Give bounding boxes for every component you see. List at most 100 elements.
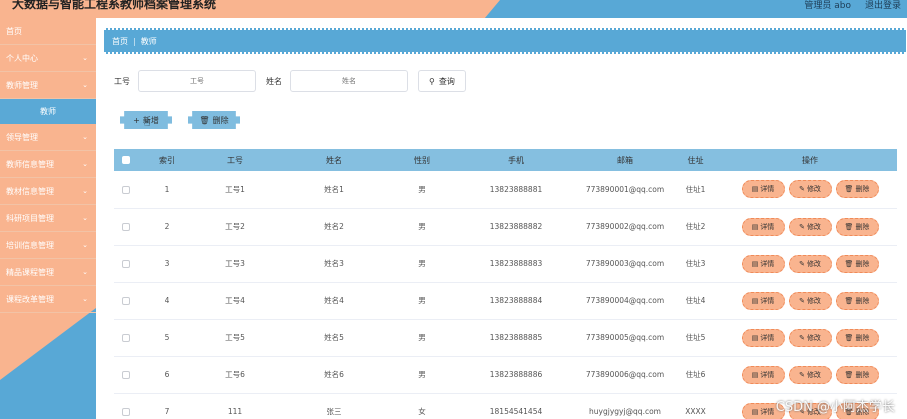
row-checkbox[interactable]	[122, 185, 130, 194]
col-id: 工号	[196, 149, 274, 171]
detail-button[interactable]: ▤ 详情	[741, 217, 785, 236]
sidebar-item[interactable]: 领导管理 ⌄	[0, 124, 96, 151]
chevron-down-icon: ⌄	[82, 268, 88, 276]
sidebar-item[interactable]: 课程改革管理 ⌄	[0, 286, 96, 313]
action-toolbar: + 新增 🗑 删除	[120, 111, 240, 129]
sidebar-item[interactable]: 个人中心 ⌄	[0, 45, 96, 72]
row-select-cell[interactable]	[114, 245, 138, 283]
cell-email: 773890005@qq.com	[582, 319, 668, 357]
row-actions: ▤ 详情 ✎ 修改 🗑 删除	[723, 245, 897, 283]
pencil-icon: ✎	[799, 185, 805, 194]
sidebar-item[interactable]: 精品课程管理 ⌄	[0, 259, 96, 286]
col-actions: 操作	[723, 149, 897, 171]
chevron-down-icon: ⌄	[82, 133, 88, 141]
cell-index: 3	[138, 245, 196, 283]
search-icon: ⚲	[429, 76, 435, 86]
table-row: 6 工号6 姓名6 男 13823888886 773890006@qq.com 住址6 ▤ 详…	[114, 356, 897, 394]
delete-button[interactable]: 🗑 删除	[835, 328, 879, 347]
document-icon: ▤	[751, 259, 759, 268]
breadcrumb-home[interactable]: 首页	[112, 36, 128, 47]
pencil-icon: ✎	[799, 222, 805, 231]
main-content: 首页 | 教师 工号 姓名 ⚲ 查询 + 新增 🗑 删除 ☝	[96, 18, 907, 419]
detail-button-label: 详情	[760, 333, 775, 342]
row-actions: ▤ 详情 ✎ 修改 🗑 删除	[723, 356, 897, 394]
delete-button[interactable]: 🗑 删除	[835, 180, 879, 199]
row-select-cell[interactable]	[114, 282, 138, 320]
detail-button[interactable]: ▤ 详情	[741, 365, 785, 384]
sidebar-decoration	[0, 308, 96, 419]
row-checkbox[interactable]	[122, 260, 130, 268]
cell-phone: 13823888881	[450, 171, 582, 209]
row-select-cell[interactable]	[114, 356, 138, 394]
current-user: 管理员 abo	[804, 1, 851, 11]
sidebar-item[interactable]: 教材信息管理 ⌄	[0, 178, 96, 205]
cell-phone: 13823888882	[450, 208, 582, 246]
cell-email: huygjygyj@qq.com	[582, 393, 668, 419]
trash-icon: 🗑	[844, 185, 854, 194]
detail-button-label: 详情	[760, 185, 775, 194]
query-button[interactable]: ⚲ 查询	[418, 70, 466, 92]
sidebar-item[interactable]: 首页	[0, 18, 96, 45]
row-checkbox[interactable]	[122, 408, 130, 416]
id-label: 工号	[114, 76, 130, 86]
delete-button-label: 删除	[855, 222, 870, 231]
select-all-cell[interactable]	[114, 149, 138, 171]
document-icon: ▤	[751, 296, 759, 305]
row-checkbox[interactable]	[122, 371, 130, 379]
row-actions: ▤ 详情 ✎ 修改 🗑 删除	[723, 319, 897, 357]
cell-name: 姓名5	[274, 319, 394, 357]
edit-button[interactable]: ✎ 修改	[788, 180, 832, 199]
table-row: 4 工号4 姓名4 男 13823888884 773890004@qq.com 住址4 ▤ 详…	[114, 282, 897, 320]
delete-button[interactable]: 🗑 删除	[835, 254, 879, 273]
row-checkbox[interactable]	[122, 334, 130, 342]
delete-button[interactable]: 🗑 删除	[835, 365, 879, 384]
sidebar-item[interactable]: 教师信息管理 ⌄	[0, 151, 96, 178]
cell-id: 工号1	[196, 171, 274, 209]
detail-button[interactable]: ▤ 详情	[741, 254, 785, 273]
document-icon: ▤	[751, 407, 759, 416]
row-select-cell[interactable]	[114, 393, 138, 419]
row-checkbox[interactable]	[122, 297, 130, 305]
delete-button[interactable]: 🗑 删除	[835, 217, 879, 236]
table-header-row: 索引 工号 姓名 性别 手机 邮箱 住址 操作	[114, 149, 897, 171]
delete-button-label: 删除	[855, 296, 870, 305]
row-select-cell[interactable]	[114, 319, 138, 357]
cell-gender: 男	[394, 245, 450, 283]
sidebar-subitem-active[interactable]: 教师	[0, 99, 96, 124]
edit-button[interactable]: ✎ 修改	[788, 291, 832, 310]
name-label: 姓名	[266, 76, 282, 86]
col-email: 邮箱	[582, 149, 668, 171]
cell-address: 住址2	[668, 208, 723, 246]
cell-id: 工号3	[196, 245, 274, 283]
id-search-input[interactable]	[138, 70, 256, 92]
col-name: 姓名	[274, 149, 394, 171]
detail-button[interactable]: ▤ 详情	[741, 328, 785, 347]
watermark: CSDN @小阿杰学长	[775, 400, 895, 415]
row-checkbox[interactable]	[122, 223, 130, 231]
sidebar-item[interactable]: 科研项目管理 ⌄	[0, 205, 96, 232]
cell-index: 1	[138, 171, 196, 209]
bulk-delete-label: 删除	[212, 115, 229, 125]
edit-button[interactable]: ✎ 修改	[788, 254, 832, 273]
sidebar-item[interactable]: 培训信息管理 ⌄	[0, 232, 96, 259]
cell-gender: 女	[394, 393, 450, 419]
detail-button[interactable]: ▤ 详情	[741, 180, 785, 199]
edit-button[interactable]: ✎ 修改	[788, 365, 832, 384]
name-search-input[interactable]	[290, 70, 408, 92]
chevron-down-icon: ⌄	[82, 160, 88, 168]
edit-button[interactable]: ✎ 修改	[788, 217, 832, 236]
row-select-cell[interactable]	[114, 208, 138, 246]
trash-icon: 🗑	[844, 333, 854, 342]
edit-button[interactable]: ✎ 修改	[788, 328, 832, 347]
cell-gender: 男	[394, 208, 450, 246]
logout-link[interactable]: 退出登录	[865, 0, 901, 11]
delete-button[interactable]: 🗑 删除	[835, 291, 879, 310]
detail-button[interactable]: ▤ 详情	[741, 291, 785, 310]
table-row: 5 工号5 姓名5 男 13823888885 773890005@qq.com 住址5 ▤ 详…	[114, 319, 897, 357]
trash-icon: 🗑	[844, 259, 854, 268]
cell-name: 姓名1	[274, 171, 394, 209]
row-select-cell[interactable]	[114, 171, 138, 209]
bulk-delete-button[interactable]: 🗑 删除	[188, 111, 240, 129]
select-all-checkbox[interactable]	[122, 156, 130, 164]
sidebar-item[interactable]: 教师管理 ⌄	[0, 72, 96, 99]
